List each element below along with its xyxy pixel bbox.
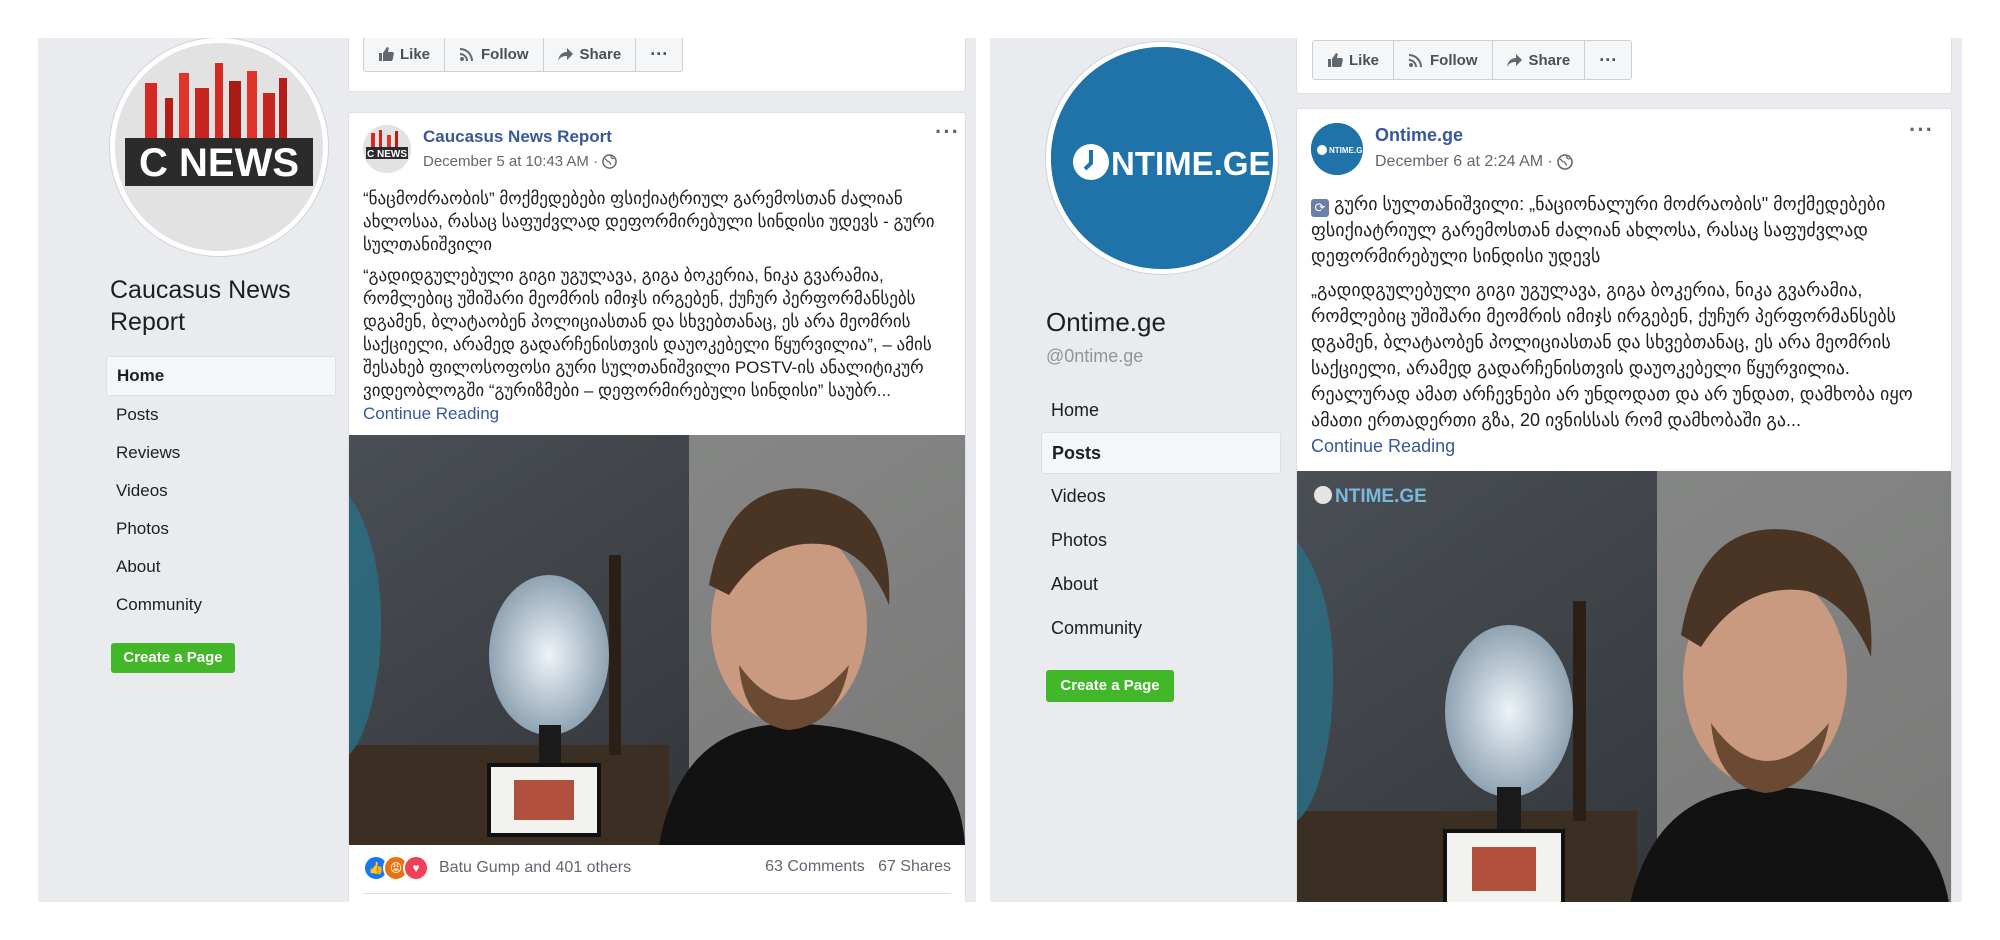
post-body-text: „გადიდგულებული გიგი უგულავა, გიგა ბოკერი… — [1311, 280, 1913, 430]
rss-icon — [460, 48, 474, 61]
ontime-page: NTIME.GE Ontime.ge @0ntime.ge Home Posts… — [990, 38, 1962, 902]
ontime-watermark: NTIME.GE — [1335, 486, 1427, 507]
cnews-logo-icon: C NEWS — [115, 43, 323, 251]
post-author-link[interactable]: Caucasus News Report — [423, 127, 612, 147]
follow-button[interactable]: Follow — [445, 38, 544, 71]
post-paragraph: „გადიდგულებული გიგი უგულავა, გიგა ბოკერი… — [1311, 277, 1939, 433]
share-label: Share — [579, 45, 622, 63]
love-reaction-icon: ♥ — [403, 855, 429, 881]
follow-label: Follow — [481, 45, 529, 63]
share-label: Share — [1528, 51, 1571, 69]
page-profile-picture[interactable]: NTIME.GE — [1046, 42, 1278, 274]
share-arrow-icon — [1506, 54, 1522, 67]
more-dots-icon: ··· — [1599, 49, 1618, 70]
post-headline: “ნაცმოძრაობის” მოქმედებები ფსიქიატრიულ გ… — [363, 189, 935, 254]
page-nav: Home Posts Videos Photos About Community — [1041, 388, 1281, 650]
post-card: C NEWS Caucasus News Report December 5 a… — [348, 112, 966, 902]
page-profile-picture[interactable]: C NEWS — [110, 38, 328, 256]
nav-reviews[interactable]: Reviews — [106, 434, 336, 472]
like-button[interactable]: Like — [364, 38, 446, 71]
post-body: “ნაცმოძრაობის” მოქმედებები ფსიქიატრიულ გ… — [363, 187, 953, 425]
post-options-icon[interactable]: ··· — [935, 119, 960, 145]
share-button[interactable]: Share — [1493, 41, 1586, 79]
page-action-bar: Like Follow Share ··· — [363, 38, 684, 72]
post-date: December 5 at 10:43 AM · — [423, 153, 599, 170]
post-body-text: “გადიდგულებული გიგი უგულავა, გიგა ბოკერი… — [363, 266, 932, 400]
post-photo[interactable]: NTIME.GE — [1297, 471, 1951, 902]
post-headline-paragraph: ⟳ გური სულთანიშვილი: „ნაციონალური მოძრაო… — [1311, 191, 1939, 269]
svg-text:NTIME.GE: NTIME.GE — [1329, 146, 1363, 155]
post-paragraph: “გადიდგულებული გიგი უგულავა, გიგა ბოკერი… — [363, 264, 953, 402]
nav-community[interactable]: Community — [106, 586, 336, 624]
cnews-avatar-icon: C NEWS — [363, 125, 411, 173]
page-handle: @0ntime.ge — [1046, 346, 1144, 366]
follow-label: Follow — [1430, 51, 1478, 69]
continue-reading-link[interactable]: Continue Reading — [363, 402, 953, 425]
nav-posts[interactable]: Posts — [106, 396, 336, 434]
engagement-counts: 63 Comments 67 Shares — [765, 858, 951, 876]
reactions-text: Batu Gump and 401 others — [439, 859, 632, 876]
like-label: Like — [400, 45, 431, 63]
reactions-summary[interactable]: 👍 😡 ♥ Batu Gump and 401 others — [363, 855, 631, 881]
shares-count[interactable]: 67 Shares — [878, 858, 951, 875]
post-timestamp[interactable]: December 5 at 10:43 AM · — [423, 153, 617, 170]
page-title: Ontime.ge — [1046, 307, 1166, 337]
post-headline: გური სულთანიშვილი: „ნაციონალური მოძრაობი… — [1311, 194, 1886, 266]
nav-community[interactable]: Community — [1041, 606, 1281, 650]
nav-photos[interactable]: Photos — [106, 510, 336, 548]
refresh-icon: ⟳ — [1311, 199, 1329, 217]
page-title: Caucasus News Report — [110, 276, 291, 336]
ontime-avatar-icon: NTIME.GE — [1311, 123, 1363, 175]
page-nav: Home Posts Reviews Videos Photos About C… — [106, 356, 336, 624]
more-dots-icon: ··· — [650, 43, 669, 64]
post-author-link[interactable]: Ontime.ge — [1375, 125, 1463, 146]
thumbs-up-icon — [1328, 53, 1343, 67]
globe-icon — [602, 154, 617, 169]
page-action-bar: Like Follow Share ··· — [1312, 40, 1633, 80]
nav-home[interactable]: Home — [1041, 388, 1281, 432]
ontime-logo-icon: NTIME.GE — [1051, 47, 1273, 269]
thumbs-up-icon — [379, 47, 394, 61]
globe-icon — [1557, 154, 1573, 170]
nav-posts[interactable]: Posts — [1041, 432, 1281, 474]
author-avatar[interactable]: NTIME.GE — [1311, 123, 1363, 175]
svg-text:NTIME.GE: NTIME.GE — [1111, 145, 1271, 182]
post-photo[interactable] — [349, 435, 965, 845]
continue-reading-link[interactable]: Continue Reading — [1311, 433, 1939, 459]
post-date: December 6 at 2:24 AM · — [1375, 153, 1553, 170]
nav-about[interactable]: About — [106, 548, 336, 586]
divider — [363, 893, 951, 894]
like-button[interactable]: Like — [1313, 41, 1395, 79]
comments-count[interactable]: 63 Comments — [765, 858, 865, 875]
like-label: Like — [1349, 51, 1380, 69]
create-page-button[interactable]: Create a Page — [111, 643, 235, 673]
nav-photos[interactable]: Photos — [1041, 518, 1281, 562]
post-card: NTIME.GE Ontime.ge December 6 at 2:24 AM… — [1296, 108, 1952, 902]
more-options-button[interactable]: ··· — [1585, 41, 1631, 79]
rss-icon — [1409, 54, 1423, 67]
share-arrow-icon — [557, 48, 573, 61]
interview-photo — [349, 435, 965, 845]
svg-text:C NEWS: C NEWS — [139, 141, 299, 185]
create-page-button[interactable]: Create a Page — [1046, 670, 1174, 702]
follow-button[interactable]: Follow — [1394, 41, 1493, 79]
caucasus-news-page: C NEWS Caucasus News Report Home Posts R… — [38, 38, 976, 902]
nav-about[interactable]: About — [1041, 562, 1281, 606]
author-avatar[interactable]: C NEWS — [363, 125, 411, 173]
post-body: ⟳ გური სულთანიშვილი: „ნაციონალური მოძრაო… — [1311, 191, 1939, 459]
nav-videos[interactable]: Videos — [106, 472, 336, 510]
more-options-button[interactable]: ··· — [636, 38, 682, 71]
interview-photo: NTIME.GE — [1297, 471, 1951, 902]
post-timestamp[interactable]: December 6 at 2:24 AM · — [1375, 153, 1573, 171]
share-button[interactable]: Share — [544, 38, 637, 71]
nav-home[interactable]: Home — [106, 356, 336, 396]
nav-videos[interactable]: Videos — [1041, 474, 1281, 518]
svg-text:C NEWS: C NEWS — [367, 149, 407, 160]
post-options-icon[interactable]: ··· — [1909, 117, 1934, 143]
